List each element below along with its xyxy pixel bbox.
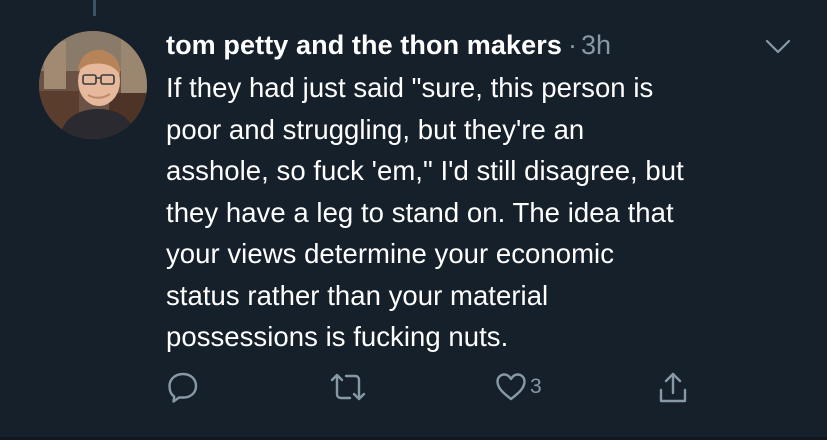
chevron-down-icon[interactable] bbox=[764, 38, 792, 56]
reply-icon bbox=[168, 372, 198, 403]
retweet-button[interactable] bbox=[328, 370, 368, 404]
heart-icon bbox=[496, 373, 526, 401]
tweet-header: tom petty and the thon makers · 3h bbox=[166, 30, 806, 66]
tweet-text-line: status rather than your material bbox=[166, 279, 549, 311]
avatar-image bbox=[39, 31, 147, 139]
tweet[interactable]: tom petty and the thon makers · 3h If th… bbox=[0, 0, 827, 440]
timestamp[interactable]: 3h bbox=[581, 30, 611, 61]
tweet-text-line: If they had just said "sure, this person… bbox=[166, 72, 654, 103]
thread-line bbox=[93, 0, 96, 16]
tweet-text: If they had just said "sure, this person… bbox=[166, 67, 806, 358]
share-icon bbox=[659, 372, 687, 403]
tweet-content: tom petty and the thon makers · 3h If th… bbox=[166, 30, 806, 358]
retweet-icon bbox=[330, 373, 366, 401]
tweet-text-line: asshole, so fuck 'em," I'd still disagre… bbox=[166, 155, 684, 186]
tweet-text-line: your views determine your economic bbox=[166, 238, 614, 269]
avatar[interactable] bbox=[39, 31, 147, 139]
share-button[interactable] bbox=[656, 370, 690, 406]
separator-dot: · bbox=[567, 30, 577, 60]
tweet-text-line: possessions is fucking nuts. bbox=[166, 321, 509, 352]
action-bar: 3 bbox=[0, 370, 827, 406]
like-count: 3 bbox=[530, 375, 542, 398]
like-button[interactable]: 3 bbox=[494, 370, 542, 404]
tweet-text-line: they have a leg to stand on. The idea th… bbox=[166, 196, 674, 228]
author-name[interactable]: tom petty and the thon makers bbox=[166, 30, 562, 61]
reply-button[interactable] bbox=[166, 370, 200, 404]
tweet-text-line: poor and struggling, but they're an bbox=[166, 113, 585, 145]
